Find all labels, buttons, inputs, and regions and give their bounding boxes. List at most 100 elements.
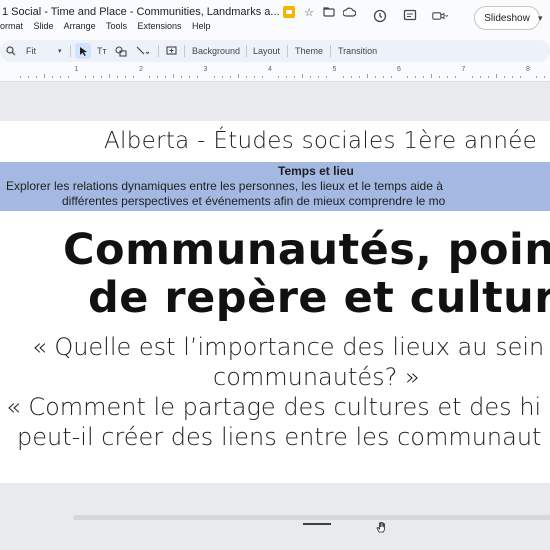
ruler-tick [245, 76, 247, 78]
ruler-tick [165, 76, 167, 78]
ruler-label: 3 [203, 66, 208, 73]
ruler-tick [253, 76, 255, 78]
question-line-4[interactable]: peut-il créer des liens entre les commun… [17, 423, 541, 451]
ruler-tick [536, 76, 538, 78]
insert-comment-icon[interactable] [166, 40, 177, 62]
ruler-tick [100, 76, 102, 78]
ruler-tick [382, 76, 384, 78]
toolbar-divider [158, 45, 159, 57]
toolbar-divider [70, 45, 71, 57]
ruler-tick [173, 74, 175, 78]
ruler-label: 1 [74, 66, 79, 73]
cloud-saved-icon[interactable] [342, 5, 356, 19]
question-line-2[interactable]: communautés? » [213, 363, 420, 391]
ruler-tick [116, 76, 118, 78]
ruler-tick [544, 76, 546, 78]
ruler-tick [189, 76, 191, 78]
toolbar-divider [330, 45, 331, 57]
band-title: Temps et lieu [278, 164, 354, 178]
horizontal-scrollbar[interactable] [73, 515, 550, 520]
ruler-tick [197, 76, 199, 78]
slide-title-line-2[interactable]: de repère et culture [88, 273, 550, 323]
comments-icon[interactable] [402, 8, 418, 24]
shape-icon[interactable] [115, 40, 127, 62]
ruler-tick [108, 74, 110, 78]
chevron-down-icon[interactable]: ▾ [538, 8, 550, 28]
ruler-tick [342, 76, 344, 78]
ruler-tick [237, 74, 239, 78]
text-box-icon[interactable]: Tт [97, 40, 107, 62]
question-line-3[interactable]: « Comment le partage des cultures et des… [6, 393, 541, 421]
ruler-tick [318, 76, 320, 78]
background-button[interactable]: Background [192, 40, 240, 62]
zoom-chevron-down-icon[interactable]: ▾ [58, 40, 62, 62]
select-cursor-icon[interactable] [75, 43, 91, 59]
ruler-tick [423, 76, 425, 78]
ruler-tick [84, 76, 86, 78]
ruler-scale: 1 2 3 4 5 6 7 8 [0, 66, 550, 78]
ruler-tick [471, 76, 473, 78]
ruler-tick [390, 76, 392, 78]
ruler-label: 7 [461, 66, 466, 73]
speaker-notes-handle[interactable] [303, 523, 331, 525]
menu-format[interactable]: ormat [0, 21, 23, 31]
title-bar: 1 Social - Time and Place - Communities,… [0, 0, 550, 36]
band-text-line-2: différentes perspectives et événements a… [62, 194, 446, 208]
ruler-tick [439, 76, 441, 78]
ruler-tick [358, 76, 360, 78]
ruler-tick [455, 76, 457, 78]
zoom-value: Fit [26, 46, 36, 56]
move-to-folder-icon[interactable] [322, 5, 336, 19]
ruler-tick [407, 76, 409, 78]
ruler-tick [44, 74, 46, 78]
ruler-tick [511, 76, 513, 78]
line-icon[interactable] [136, 40, 150, 62]
camera-icon[interactable] [432, 8, 448, 24]
band-text-line-1: Explorer les relations dynamiques entre … [6, 179, 443, 193]
theme-button[interactable]: Theme [295, 40, 323, 62]
toolbar-divider [246, 45, 247, 57]
slide-header[interactable]: Alberta - Études sociales 1ère année [104, 128, 537, 154]
header-actions [372, 8, 448, 24]
zoom-select[interactable]: Fit [26, 40, 36, 62]
menu-tools[interactable]: Tools [106, 21, 127, 31]
history-icon[interactable] [372, 8, 388, 24]
slide-workspace: Alberta - Études sociales 1ère année Tem… [0, 82, 550, 550]
ruler-tick [92, 76, 94, 78]
document-title[interactable]: 1 Social - Time and Place - Communities,… [2, 6, 280, 18]
ruler-tick [350, 76, 352, 78]
ruler-label: 4 [268, 66, 272, 73]
ruler-tick [52, 76, 54, 78]
ruler-tick [261, 76, 263, 78]
zoom-icon[interactable] [6, 40, 16, 62]
star-icon[interactable]: ☆ [302, 5, 316, 19]
ruler-tick [519, 76, 521, 78]
menu-slide[interactable]: Slide [34, 21, 54, 31]
layout-button[interactable]: Layout [253, 40, 280, 62]
theme-band[interactable]: Temps et lieu Explorer les relations dyn… [0, 162, 550, 211]
ruler-label: 6 [397, 66, 401, 73]
ruler-tick [60, 76, 62, 78]
ruler-tick [157, 76, 159, 78]
ruler-tick [149, 76, 151, 78]
toolbar-divider [184, 45, 185, 57]
ruler-tick [28, 76, 30, 78]
ruler-tick [278, 76, 280, 78]
menu-arrange[interactable]: Arrange [64, 21, 96, 31]
slide-canvas[interactable]: Alberta - Études sociales 1ère année Tem… [0, 121, 550, 483]
ruler-tick [431, 74, 433, 78]
ruler-tick [326, 76, 328, 78]
transition-button[interactable]: Transition [338, 40, 377, 62]
menu-extensions[interactable]: Extensions [137, 21, 181, 31]
menu-help[interactable]: Help [192, 21, 211, 31]
ruler-tick [366, 74, 368, 78]
horizontal-ruler[interactable]: 1 2 3 4 5 6 7 8 [0, 64, 550, 82]
ruler-tick [68, 76, 70, 78]
slideshow-button[interactable]: Slideshow [474, 6, 540, 30]
slide-title-line-1[interactable]: Communautés, point [63, 225, 550, 275]
menu-bar: ormat Slide Arrange Tools Extensions Hel… [0, 21, 219, 31]
question-line-1[interactable]: « Quelle est l’importance des lieux au s… [32, 333, 544, 361]
ruler-tick [495, 74, 497, 78]
ruler-label: 2 [139, 66, 143, 73]
ruler-tick [479, 76, 481, 78]
